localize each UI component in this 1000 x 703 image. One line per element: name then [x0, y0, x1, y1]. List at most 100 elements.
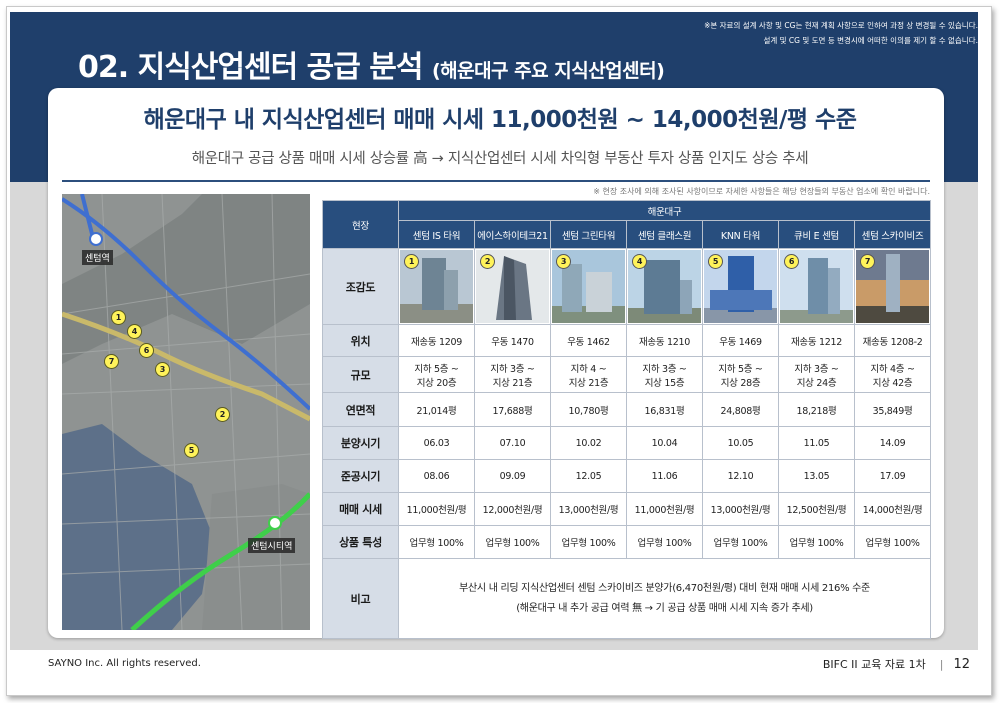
footer-doc-title: BIFC II 교육 자료 1차 [822, 658, 926, 671]
table-cell: 지하 4층 ~ 지상 42층 [853, 356, 932, 393]
map-pin-4[interactable]: 4 [127, 324, 142, 339]
footer-doc-info: BIFC II 교육 자료 1차 | 12 [823, 656, 970, 672]
slide-title-sub: (해운대구 주요 지식산업센터) [431, 60, 665, 82]
table-region-header: 해운대구 [397, 200, 932, 221]
table-cell: 21,014평 [398, 392, 475, 427]
footer-copyright: SAYNO Inc. All rights reserved. [48, 658, 201, 669]
column-header: 센텀 스카이비즈 [853, 220, 932, 249]
table-cell: 지하 3층 ~ 지상 24층 [778, 356, 855, 393]
survey-note: ※ 현장 조사에 의해 조사된 사항이므로 자세한 사항들은 해당 현장들의 부… [593, 187, 930, 196]
map-pin-5[interactable]: 5 [184, 443, 199, 458]
table-cell: 11.06 [626, 459, 703, 493]
building-photo: 7 [853, 248, 932, 325]
remark-line-1: 부산시 내 리딩 지식산업센터 센텀 스카이비즈 분양가(6,470천원/평) … [459, 582, 870, 594]
table-cell: 12,000천원/평 [474, 492, 551, 526]
table-cell: 10.02 [550, 426, 627, 460]
map-pin-6[interactable]: 6 [139, 343, 154, 358]
location-map: 센텀역 센텀시티역 1 2 3 4 5 6 7 [62, 194, 310, 630]
row-header-area: 연면적 [322, 392, 399, 427]
table-cell: 07.10 [474, 426, 551, 460]
remark-line-2: (해운대구 내 추가 공급 여력 無 → 기 공급 상품 매매 시세 지속 증가… [516, 602, 813, 614]
row-header-feature: 상품 특성 [322, 525, 399, 559]
subline: 해운대구 공급 상품 매매 시세 상승률 高 → 지식산업센터 시세 차익형 부… [191, 151, 809, 167]
table-cell: 16,831평 [626, 392, 703, 427]
table-cell: 우동 1470 [474, 324, 551, 357]
table-cell: 재송동 1212 [778, 324, 855, 357]
station-label-centum: 센텀역 [82, 250, 113, 265]
table-cell: 지하 4 ~ 지상 21층 [550, 356, 627, 393]
table-cell: 13,000천원/평 [702, 492, 779, 526]
table-cell: 재송동 1209 [398, 324, 475, 357]
row-header-scale: 규모 [322, 356, 399, 393]
table-cell: 지하 3층 ~ 지상 21층 [474, 356, 551, 393]
table-cell: 10,780평 [550, 392, 627, 427]
map-pin-3[interactable]: 3 [155, 362, 170, 377]
table-cell: 11,000천원/평 [626, 492, 703, 526]
station-label-centum-city: 센텀시티역 [248, 538, 296, 553]
table-cell: 우동 1462 [550, 324, 627, 357]
table-cell: 우동 1469 [702, 324, 779, 357]
column-header: 센텀 IS 타워 [398, 220, 475, 249]
table-cell: 17.09 [853, 459, 932, 493]
column-header: 센텀 그린타워 [550, 220, 627, 249]
table-cell: 12,500천원/평 [778, 492, 855, 526]
building-photo: 4 [626, 248, 703, 325]
table-cell: 업무형 100% [550, 525, 627, 559]
table-cell: 업무형 100% [702, 525, 779, 559]
row-header-completion: 준공시기 [322, 459, 399, 493]
table-cell: 10.05 [702, 426, 779, 460]
map-pin-7[interactable]: 7 [104, 354, 119, 369]
building-photo: 5 [702, 248, 779, 325]
disclaimer-line-1: ※본 자료의 설계 사항 및 CG는 현재 계획 사항으로 인하여 과정 상 변… [704, 21, 978, 30]
building-photo: 3 [550, 248, 627, 325]
table-cell: 11.05 [778, 426, 855, 460]
row-header-photo: 조감도 [322, 248, 399, 325]
table-cell: 업무형 100% [474, 525, 551, 559]
table-corner-header: 현장 [322, 200, 399, 249]
column-header: KNN 타워 [702, 220, 779, 249]
table-cell: 35,849평 [853, 392, 932, 427]
building-photo: 2 [474, 248, 551, 325]
table-cell: 업무형 100% [398, 525, 475, 559]
headline: 해운대구 내 지식산업센터 매매 시세 11,000천원 ~ 14,000천원/… [143, 107, 857, 133]
row-header-location: 위치 [322, 324, 399, 357]
table-cell: 재송동 1210 [626, 324, 703, 357]
table-cell: 12.10 [702, 459, 779, 493]
table-cell: 14,000천원/평 [853, 492, 932, 526]
supply-table: 현장 해운대구 센텀 IS 타워 에이스하이테크21 센텀 그린타워 센텀 클래… [322, 200, 932, 639]
table-cell: 09.09 [474, 459, 551, 493]
table-cell: 업무형 100% [853, 525, 932, 559]
divider [62, 180, 930, 182]
table-cell: 24,808평 [702, 392, 779, 427]
row-header-sale-date: 분양시기 [322, 426, 399, 460]
table-cell: 지하 5층 ~ 지상 28층 [702, 356, 779, 393]
table-cell: 11,000천원/평 [398, 492, 475, 526]
table-cell: 업무형 100% [626, 525, 703, 559]
row-header-price: 매매 시세 [322, 492, 399, 526]
table-cell: 지하 5층 ~ 지상 20층 [398, 356, 475, 393]
table-cell: 업무형 100% [778, 525, 855, 559]
column-header: 센텀 클래스원 [626, 220, 703, 249]
building-photo: 1 [398, 248, 475, 325]
building-photo: 6 [778, 248, 855, 325]
slide-title: 02. 지식산업센터 공급 분석 (해운대구 주요 지식산업센터) [78, 42, 665, 86]
table-cell: 08.06 [398, 459, 475, 493]
footer-separator: | [939, 658, 944, 671]
table-cell: 14.09 [853, 426, 932, 460]
table-cell: 재송동 1208-2 [853, 324, 932, 357]
map-pin-1[interactable]: 1 [111, 310, 126, 325]
slide-title-main: 02. 지식산업센터 공급 분석 [78, 50, 423, 85]
page-number: 12 [953, 657, 970, 672]
map-pin-2[interactable]: 2 [215, 407, 230, 422]
remark-cell: 부산시 내 리딩 지식산업센터 센텀 스카이비즈 분양가(6,470천원/평) … [397, 558, 932, 639]
table-cell: 18,218평 [778, 392, 855, 427]
table-cell: 10.04 [626, 426, 703, 460]
column-header: 큐비 E 센텀 [778, 220, 855, 249]
column-header: 에이스하이테크21 [474, 220, 551, 249]
table-cell: 12.05 [550, 459, 627, 493]
table-cell: 13,000천원/평 [550, 492, 627, 526]
row-header-remark: 비고 [322, 558, 399, 639]
table-cell: 17,688평 [474, 392, 551, 427]
table-cell: 06.03 [398, 426, 475, 460]
table-cell: 지하 3층 ~ 지상 15층 [626, 356, 703, 393]
